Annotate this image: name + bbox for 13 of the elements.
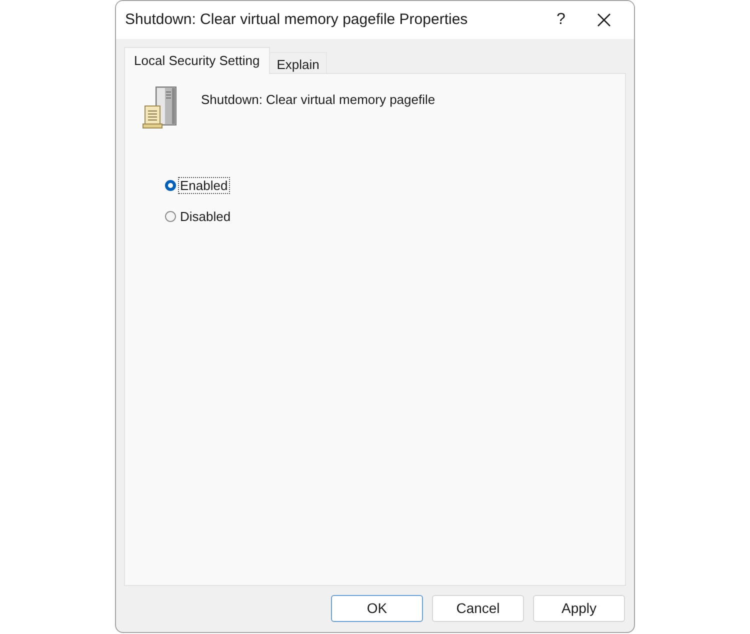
dialog-button[interactable]: OK [331,595,423,622]
policy-name: Shutdown: Clear virtual memory pagefile [201,91,436,109]
radio-label[interactable]: Enabled [178,176,230,194]
radio-button[interactable] [165,180,176,190]
radio-button[interactable] [165,210,176,222]
radio-label[interactable]: Disabled [178,208,233,224]
close-icon [597,13,611,27]
dialog-button[interactable]: Cancel [432,595,524,622]
tab[interactable]: Explain [270,52,328,74]
tab[interactable]: Local Security Setting [124,47,270,74]
help-button[interactable]: ? [541,5,581,35]
window-title: Shutdown: Clear virtual memory pagefile Properties [125,10,468,30]
dialog-button[interactable]: Apply [533,595,625,622]
